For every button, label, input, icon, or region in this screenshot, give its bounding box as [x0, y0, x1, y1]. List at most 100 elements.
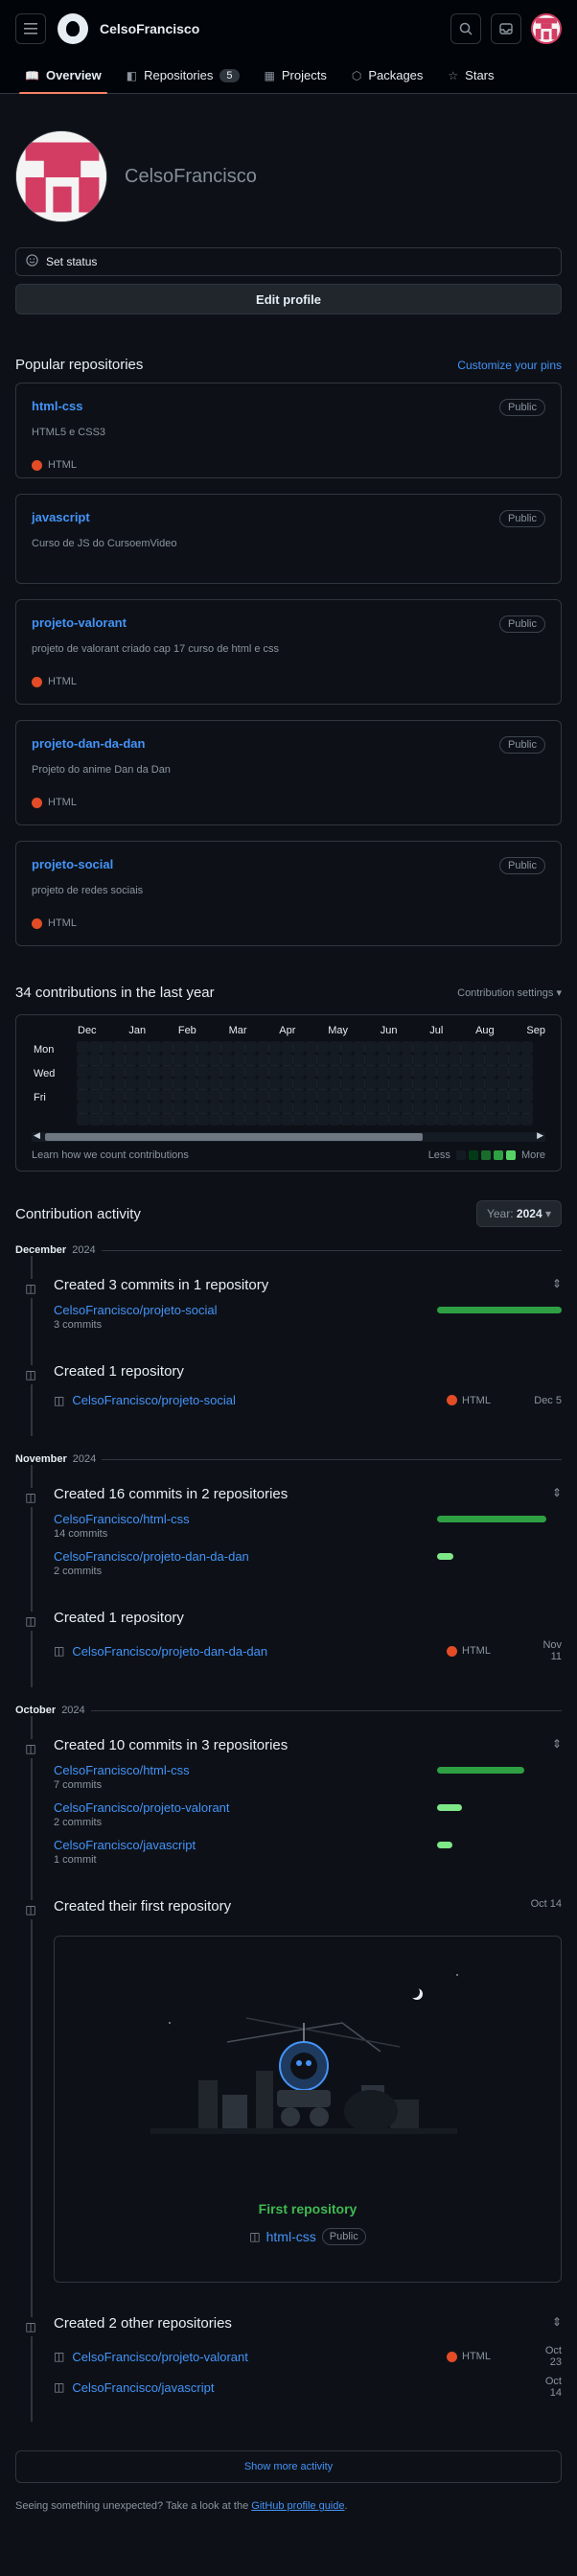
contribution-cell[interactable] — [88, 1065, 102, 1078]
contribution-cell[interactable] — [448, 1113, 461, 1126]
hamburger-icon[interactable] — [15, 13, 46, 44]
contribution-cell[interactable] — [268, 1089, 281, 1102]
contribution-cell[interactable] — [328, 1101, 341, 1114]
contribution-cell[interactable] — [496, 1113, 509, 1126]
repo-name-link[interactable]: projeto-valorant — [32, 615, 127, 630]
contribution-cell[interactable] — [472, 1053, 485, 1066]
contribution-cell[interactable] — [112, 1077, 126, 1090]
contribution-cell[interactable] — [484, 1113, 496, 1126]
event-title[interactable]: Created 2 other repositories ⇕ — [54, 2315, 562, 2332]
contribution-cell[interactable] — [88, 1053, 102, 1066]
contribution-cell[interactable] — [232, 1065, 245, 1078]
contribution-cell[interactable] — [77, 1077, 89, 1090]
contribution-cell[interactable] — [208, 1113, 221, 1126]
contribution-cell[interactable] — [472, 1041, 485, 1054]
contribution-cell[interactable] — [149, 1077, 161, 1090]
contribution-cell[interactable] — [316, 1089, 329, 1102]
contribution-cell[interactable] — [460, 1113, 473, 1126]
contribution-settings-button[interactable]: Contribution settings ▾ — [457, 986, 562, 999]
contribution-cell[interactable] — [388, 1041, 401, 1054]
contribution-cell[interactable] — [364, 1089, 377, 1102]
contribution-cell[interactable] — [88, 1101, 102, 1114]
contribution-cell[interactable] — [280, 1101, 293, 1114]
contribution-cell[interactable] — [340, 1101, 353, 1114]
contribution-cell[interactable] — [160, 1101, 173, 1114]
contribution-cell[interactable] — [136, 1053, 150, 1066]
contribution-cell[interactable] — [77, 1041, 89, 1054]
contribution-cell[interactable] — [149, 1065, 161, 1078]
contribution-cell[interactable] — [519, 1077, 533, 1090]
contribution-cell[interactable] — [173, 1089, 185, 1102]
contribution-cell[interactable] — [149, 1053, 161, 1066]
contribution-cell[interactable] — [519, 1089, 533, 1102]
contribution-cell[interactable] — [364, 1113, 377, 1126]
contribution-cell[interactable] — [184, 1113, 197, 1126]
contribution-cell[interactable] — [304, 1053, 317, 1066]
contribution-cell[interactable] — [112, 1113, 126, 1126]
contribution-cell[interactable] — [244, 1089, 257, 1102]
contribution-cell[interactable] — [101, 1041, 113, 1054]
contribution-cell[interactable] — [125, 1053, 137, 1066]
contribution-cell[interactable] — [472, 1077, 485, 1090]
contribution-cell[interactable] — [400, 1113, 413, 1126]
contribution-cell[interactable] — [160, 1089, 173, 1102]
contribution-cell[interactable] — [352, 1077, 365, 1090]
contribution-cell[interactable] — [328, 1041, 341, 1054]
contribution-cell[interactable] — [244, 1065, 257, 1078]
contribution-cell[interactable] — [256, 1053, 269, 1066]
contribution-cell[interactable] — [412, 1113, 425, 1126]
contribution-cell[interactable] — [508, 1041, 520, 1054]
contribution-cell[interactable] — [496, 1101, 509, 1114]
contribution-cell[interactable] — [484, 1089, 496, 1102]
contribution-cell[interactable] — [220, 1089, 233, 1102]
customize-pins-link[interactable]: Customize your pins — [457, 359, 562, 372]
contribution-cell[interactable] — [196, 1089, 209, 1102]
contribution-cell[interactable] — [376, 1053, 389, 1066]
contribution-cell[interactable] — [484, 1041, 496, 1054]
contribution-cell[interactable] — [400, 1053, 413, 1066]
tab-overview[interactable]: 📖 Overview — [15, 58, 111, 94]
contribution-cell[interactable] — [292, 1041, 305, 1054]
contribution-cell[interactable] — [412, 1101, 425, 1114]
contribution-cell[interactable] — [125, 1113, 137, 1126]
contribution-cell[interactable] — [376, 1077, 389, 1090]
contribution-cell[interactable] — [208, 1089, 221, 1102]
contribution-cell[interactable] — [173, 1077, 185, 1090]
contribution-cell[interactable] — [460, 1089, 473, 1102]
contribution-cell[interactable] — [412, 1089, 425, 1102]
contribution-cell[interactable] — [316, 1053, 329, 1066]
contribution-cell[interactable] — [101, 1053, 113, 1066]
created-repo-link[interactable]: CelsoFrancisco/projeto-valorant — [72, 2350, 248, 2364]
contribution-cell[interactable] — [160, 1041, 173, 1054]
contribution-cell[interactable] — [328, 1053, 341, 1066]
contribution-cell[interactable] — [184, 1053, 197, 1066]
contribution-cell[interactable] — [424, 1041, 437, 1054]
event-title[interactable]: Created 16 commits in 2 repositories ⇕ — [54, 1486, 562, 1502]
contribution-cell[interactable] — [136, 1113, 150, 1126]
contribution-cell[interactable] — [304, 1113, 317, 1126]
contribution-cell[interactable] — [519, 1113, 533, 1126]
contribution-cell[interactable] — [460, 1041, 473, 1054]
contribution-cell[interactable] — [460, 1065, 473, 1078]
contribution-cell[interactable] — [400, 1065, 413, 1078]
contribution-cell[interactable] — [280, 1065, 293, 1078]
contribution-cell[interactable] — [220, 1065, 233, 1078]
contribution-cell[interactable] — [184, 1089, 197, 1102]
repo-name-link[interactable]: projeto-social — [32, 857, 113, 871]
contribution-cell[interactable] — [196, 1113, 209, 1126]
contribution-cell[interactable] — [136, 1101, 150, 1114]
contribution-cell[interactable] — [328, 1065, 341, 1078]
contribution-cell[interactable] — [388, 1113, 401, 1126]
fold-icon[interactable]: ⇕ — [552, 1737, 562, 1753]
contribution-cell[interactable] — [316, 1113, 329, 1126]
contribution-cell[interactable] — [388, 1065, 401, 1078]
contribution-cell[interactable] — [220, 1041, 233, 1054]
contribution-cell[interactable] — [424, 1065, 437, 1078]
contribution-cell[interactable] — [340, 1065, 353, 1078]
contribution-cell[interactable] — [376, 1089, 389, 1102]
contribution-cell[interactable] — [173, 1053, 185, 1066]
fold-icon[interactable]: ⇕ — [552, 1486, 562, 1502]
contribution-cell[interactable] — [484, 1065, 496, 1078]
contribution-cell[interactable] — [184, 1065, 197, 1078]
contribution-cell[interactable] — [508, 1053, 520, 1066]
